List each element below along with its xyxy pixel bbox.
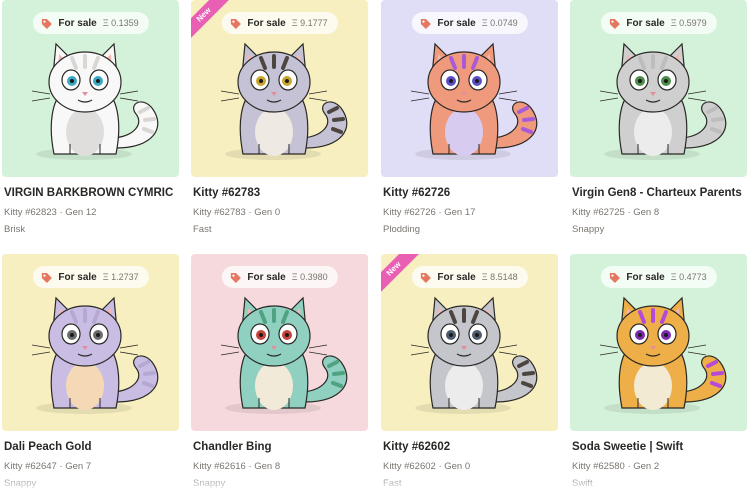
- sale-label: For sale: [58, 271, 97, 283]
- price: Ξ 0.0749: [481, 18, 518, 28]
- kitty-image[interactable]: For sale Ξ 1.2737: [2, 254, 179, 431]
- price: Ξ 1.2737: [102, 272, 139, 282]
- price: Ξ 9.1777: [291, 18, 328, 28]
- kitty-meta: Kitty #62616 · Gen 8: [193, 461, 281, 472]
- sale-label: For sale: [58, 17, 97, 29]
- kitty-image[interactable]: For sale Ξ 0.0749: [381, 0, 558, 177]
- cat-illustration: [220, 42, 348, 160]
- kitty-meta: Kitty #62726 · Gen 17: [383, 207, 476, 218]
- kitty-meta: Kitty #62647 · Gen 7: [4, 461, 92, 472]
- kitty-speed: Fast: [383, 478, 402, 489]
- kitty-card[interactable]: For sale Ξ 1.2737 Dali Peach Gold Kitty …: [2, 254, 179, 494]
- kitty-image[interactable]: For sale Ξ 0.3980: [191, 254, 368, 431]
- kitty-card[interactable]: For sale Ξ 0.5979 Virgin Gen8 - Charteux…: [570, 0, 747, 240]
- kitty-image[interactable]: New For sale Ξ 8.5148: [381, 254, 558, 431]
- cat-illustration: [31, 42, 159, 160]
- kitty-card[interactable]: For sale Ξ 0.3980 Chandler Bing Kitty #6…: [191, 254, 368, 494]
- cat-illustration: [220, 296, 348, 414]
- sale-label: For sale: [626, 271, 665, 283]
- kitty-name[interactable]: Kitty #62783: [193, 187, 260, 199]
- kitty-speed: Snappy: [572, 224, 605, 235]
- sale-label: For sale: [626, 17, 665, 29]
- kitty-image[interactable]: For sale Ξ 0.1359: [2, 0, 179, 177]
- kitty-speed: Fast: [193, 224, 212, 235]
- kitty-card[interactable]: For sale Ξ 0.4773 Soda Sweetie | Swift K…: [570, 254, 747, 494]
- kitty-meta: Kitty #62823 · Gen 12: [4, 207, 97, 218]
- kitty-meta: Kitty #62725 · Gen 8: [572, 207, 660, 218]
- kitty-image[interactable]: For sale Ξ 0.4773: [570, 254, 747, 431]
- kitty-meta: Kitty #62602 · Gen 0: [383, 461, 471, 472]
- kitty-speed: Snappy: [193, 478, 226, 489]
- kitty-name[interactable]: Kitty #62726: [383, 187, 450, 199]
- kitty-name[interactable]: Kitty #62602: [383, 441, 450, 453]
- kitty-card[interactable]: New For sale Ξ 8.5148 Kitty #62602 Kitty…: [381, 254, 558, 494]
- price: Ξ 8.5148: [481, 272, 518, 282]
- cat-illustration: [410, 296, 538, 414]
- kitty-name[interactable]: Dali Peach Gold: [4, 441, 92, 453]
- cat-illustration: [410, 42, 538, 160]
- sale-label: For sale: [437, 271, 476, 283]
- price: Ξ 0.5979: [670, 18, 707, 28]
- kitty-name[interactable]: Virgin Gen8 - Charteux Parents: [572, 187, 742, 199]
- price: Ξ 0.1359: [102, 18, 139, 28]
- kitty-image[interactable]: New For sale Ξ 9.1777: [191, 0, 368, 177]
- cat-illustration: [31, 296, 159, 414]
- kitty-speed: Swift: [572, 478, 593, 489]
- kitty-meta: Kitty #62580 · Gen 2: [572, 461, 660, 472]
- kitty-name[interactable]: Soda Sweetie | Swift: [572, 441, 683, 453]
- kitty-card[interactable]: New For sale Ξ 9.1777 Kitty #62783 Kitty…: [191, 0, 368, 240]
- kitty-name[interactable]: Chandler Bing: [193, 441, 272, 453]
- kitty-name[interactable]: VIRGIN BARKBROWN CYMRIC: [4, 187, 173, 199]
- sale-label: For sale: [247, 17, 286, 29]
- cat-illustration: [599, 296, 727, 414]
- sale-label: For sale: [247, 271, 286, 283]
- sale-label: For sale: [437, 17, 476, 29]
- cat-illustration: [599, 42, 727, 160]
- kitty-speed: Brisk: [4, 224, 26, 235]
- kitty-image[interactable]: For sale Ξ 0.5979: [570, 0, 747, 177]
- kitty-card[interactable]: For sale Ξ 0.1359 VIRGIN BARKBROWN CYMRI…: [2, 0, 179, 240]
- price: Ξ 0.4773: [670, 272, 707, 282]
- kitty-card[interactable]: For sale Ξ 0.0749 Kitty #62726 Kitty #62…: [381, 0, 558, 240]
- kitty-speed: Snappy: [4, 478, 37, 489]
- kitty-speed: Plodding: [383, 224, 420, 235]
- kitty-meta: Kitty #62783 · Gen 0: [193, 207, 281, 218]
- price: Ξ 0.3980: [291, 272, 328, 282]
